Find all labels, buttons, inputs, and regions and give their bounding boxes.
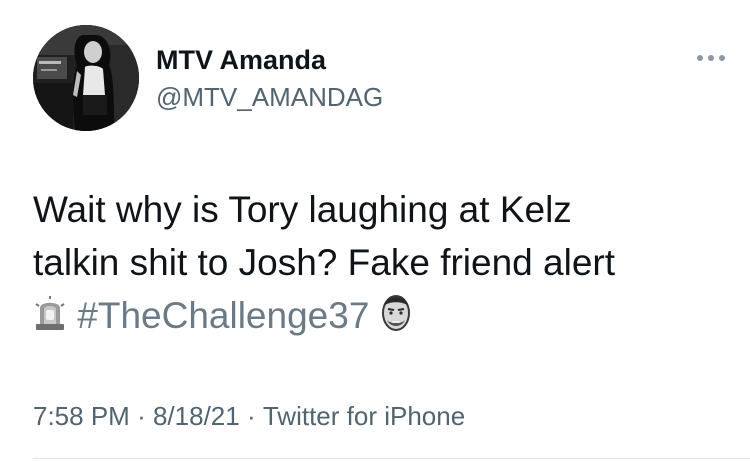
profile-photo-icon bbox=[33, 25, 139, 131]
tweet-metadata: 7:58 PM · 8/18/21 · Twitter for iPhone bbox=[33, 400, 465, 432]
user-handle[interactable]: @MTV_AMANDAG bbox=[156, 81, 383, 113]
display-name[interactable]: MTV Amanda bbox=[156, 44, 326, 76]
tweet-text-line-2: talkin shit to Josh? Fake friend alert bbox=[33, 242, 616, 283]
challenge-hashflag-icon bbox=[380, 292, 412, 346]
divider bbox=[33, 458, 750, 459]
tweet-text-line-1: Wait why is Tory laughing at Kelz bbox=[33, 189, 572, 230]
tweet-card: MTV Amanda @MTV_AMANDAG Wait why is Tory… bbox=[0, 0, 750, 461]
hashtag-link[interactable]: #TheChallenge37 bbox=[77, 295, 369, 336]
tweet-date[interactable]: 8/18/21 bbox=[153, 400, 240, 432]
tweet-source[interactable]: Twitter for iPhone bbox=[263, 400, 465, 432]
meta-separator: · bbox=[246, 401, 256, 431]
more-options-button[interactable] bbox=[693, 48, 729, 68]
more-horizontal-icon bbox=[697, 55, 725, 61]
tweet-text: Wait why is Tory laughing at Kelz talkin… bbox=[33, 183, 733, 346]
tweet-text-line-3: #TheChallenge37 bbox=[33, 289, 733, 346]
police-siren-emoji-icon bbox=[33, 293, 67, 346]
avatar[interactable] bbox=[33, 25, 139, 131]
tweet-time[interactable]: 7:58 PM bbox=[33, 400, 130, 432]
meta-separator: · bbox=[137, 401, 146, 431]
